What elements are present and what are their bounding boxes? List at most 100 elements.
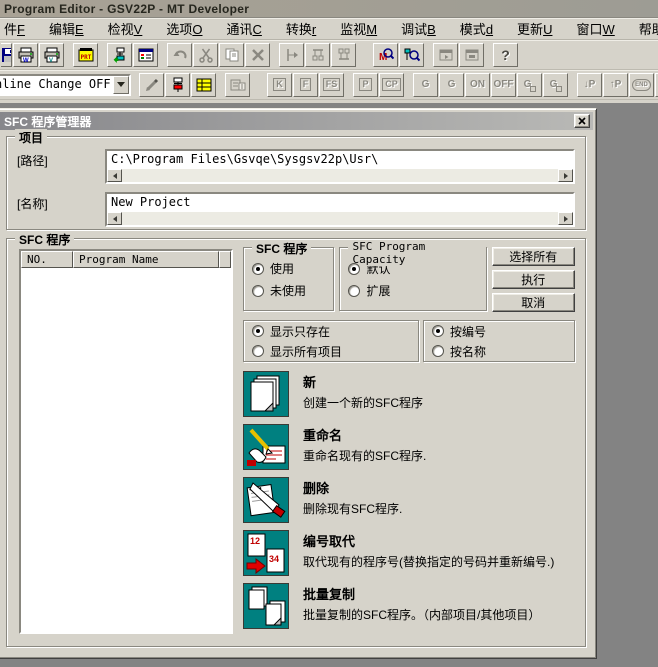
symbol-off-icon[interactable]: OFF [491,73,516,97]
new-icon[interactable] [243,371,289,417]
capacity-option-1[interactable]: 扩展 [348,282,485,299]
dialog-titlebar[interactable]: SFC 程序管理器 [0,112,593,130]
menu-item-e[interactable]: 编辑E [47,17,86,40]
print-setup-icon[interactable]: V [39,43,64,67]
end-step-icon[interactable]: END [629,73,654,97]
action-renumber[interactable]: 1234编号取代取代现有的程序号(替换指定的号码并重新编号.) [243,530,575,576]
list-column-header-0[interactable]: NO. [21,251,73,268]
undo-icon[interactable] [167,43,192,67]
sfc-edit-icon[interactable] [165,73,190,97]
step-insert-icon[interactable] [279,43,304,67]
action-rename[interactable]: 重命名重命名现有的SFC程序. [243,424,575,470]
name-scrollbar[interactable] [107,212,573,225]
scroll-left-icon[interactable] [107,212,122,225]
radio-dot [256,267,260,271]
sfc-programs-group: SFC 程序 NO.Program Name SFC 程序 使用未使用 SFC … [6,238,586,647]
action-text: 删除删除现有SFC程序. [303,477,575,523]
menu-item-f[interactable]: 件F [2,17,27,40]
online-change-combo[interactable]: nline Change OFF [0,74,131,96]
svg-text:34: 34 [269,554,279,564]
menu-item-r[interactable]: 转换r [284,17,318,40]
symbol-on-icon[interactable]: ON [465,73,490,97]
select-all-button[interactable]: 选择所有 [492,247,575,266]
toolbar-main: W V PRT M? [0,40,658,70]
batchcopy-icon[interactable] [243,583,289,629]
list-column-header-1[interactable]: Program Name [73,251,219,268]
save-icon[interactable] [1,43,12,67]
symbol-k-icon[interactable]: K [267,73,292,97]
execute-button[interactable]: 执行 [492,270,575,289]
menu-item-b[interactable]: 调试B [399,17,438,40]
scroll-right-icon[interactable] [558,212,573,225]
sfc-program-option-label: SFC 程序 [252,240,311,257]
close-x-glyph [578,117,586,125]
find-step-icon[interactable] [399,43,424,67]
delete-icon[interactable] [243,477,289,523]
path-field[interactable]: C:\Program Files\Gsvqe\Sysgsv22p\Usr\ [105,149,575,184]
copy-icon[interactable] [219,43,244,67]
delete-icon[interactable] [245,43,270,67]
branch-insert-icon[interactable] [305,43,330,67]
scroll-right-icon[interactable] [558,169,573,182]
menu-item-o[interactable]: 选项O [164,17,204,40]
scroll-track[interactable] [122,169,558,182]
sort-option-1[interactable]: 按名称 [432,343,566,360]
program-list-body[interactable] [21,268,231,632]
sort-option-0[interactable]: 按编号 [432,323,566,340]
display-option-1[interactable]: 显示所有项目 [252,343,410,360]
flow-window-icon[interactable] [225,73,250,97]
close-icon[interactable] [574,114,590,128]
name-field[interactable]: New Project [105,192,575,227]
cut-icon[interactable] [193,43,218,67]
action-desc: 删除现有SFC程序. [303,502,575,517]
symbol-cp-icon[interactable]: CP [379,73,404,97]
printer-parameter-icon[interactable]: PRT [73,43,98,67]
menu-item-v[interactable]: 检视V [106,17,145,40]
symbol-g4-icon[interactable]: G [543,73,568,97]
dropdown-arrow-icon[interactable] [113,76,129,94]
menu-item-u[interactable]: 更新U [515,17,554,40]
menu-item-h[interactable]: 帮助H [637,17,658,40]
menu-item-d[interactable]: 模式d [458,17,495,40]
window-tile-icon[interactable] [459,43,484,67]
rename-icon[interactable] [243,424,289,470]
program-window-icon[interactable] [133,43,158,67]
find-device-icon[interactable]: M [373,43,398,67]
scroll-track[interactable] [122,212,558,225]
symbol-g2-icon[interactable]: G [439,73,464,97]
symbol-fs-icon[interactable]: FS [319,73,344,97]
edit-pen-icon[interactable] [139,73,164,97]
print-icon[interactable]: W [13,43,38,67]
path-scrollbar[interactable] [107,169,573,182]
symbol-f-icon[interactable]: F [293,73,318,97]
window-titlebar[interactable]: Program Editor - GSV22P - MT Developer [0,0,658,18]
sfc-use-option-1[interactable]: 未使用 [252,282,333,299]
branch-merge-icon[interactable] [331,43,356,67]
menu-item-c[interactable]: 通讯C [224,17,263,40]
svg-text:V: V [49,58,53,63]
display-option-0[interactable]: 显示只存在 [252,323,410,340]
symbol-g1-icon[interactable]: G [413,73,438,97]
help-icon[interactable]: ? [493,43,518,67]
sfc-capacity-label: SFC Program Capacity [348,240,485,266]
list-column-header-stub[interactable] [219,251,231,268]
cancel-button[interactable]: 取消 [492,293,575,312]
window-cascade-icon[interactable] [433,43,458,67]
symbol-g4-icon-glyph: G [550,80,562,90]
jump-up-icon[interactable]: ↑P [603,73,628,97]
action-batchcopy[interactable]: 批量复制批量复制的SFC程序。（内部项目/其他项目） [243,583,575,629]
sfc-diagram-icon[interactable] [107,43,132,67]
display-label: 显示只存在 [270,323,330,340]
action-new[interactable]: 新创建一个新的SFC程序 [243,371,575,417]
device-table-icon[interactable] [191,73,216,97]
renumber-icon[interactable]: 1234 [243,530,289,576]
scroll-left-icon[interactable] [107,169,122,182]
menu-item-w[interactable]: 窗口W [574,17,616,40]
sfc-use-option-0[interactable]: 使用 [252,260,333,277]
jump-down-icon[interactable]: ↓P [577,73,602,97]
symbol-p-icon[interactable]: P [353,73,378,97]
menu-item-m[interactable]: 监视M [338,17,379,40]
action-delete[interactable]: 删除删除现有SFC程序. [243,477,575,523]
symbol-g3-icon[interactable]: G [517,73,542,97]
program-list-header: NO.Program Name [21,251,231,268]
